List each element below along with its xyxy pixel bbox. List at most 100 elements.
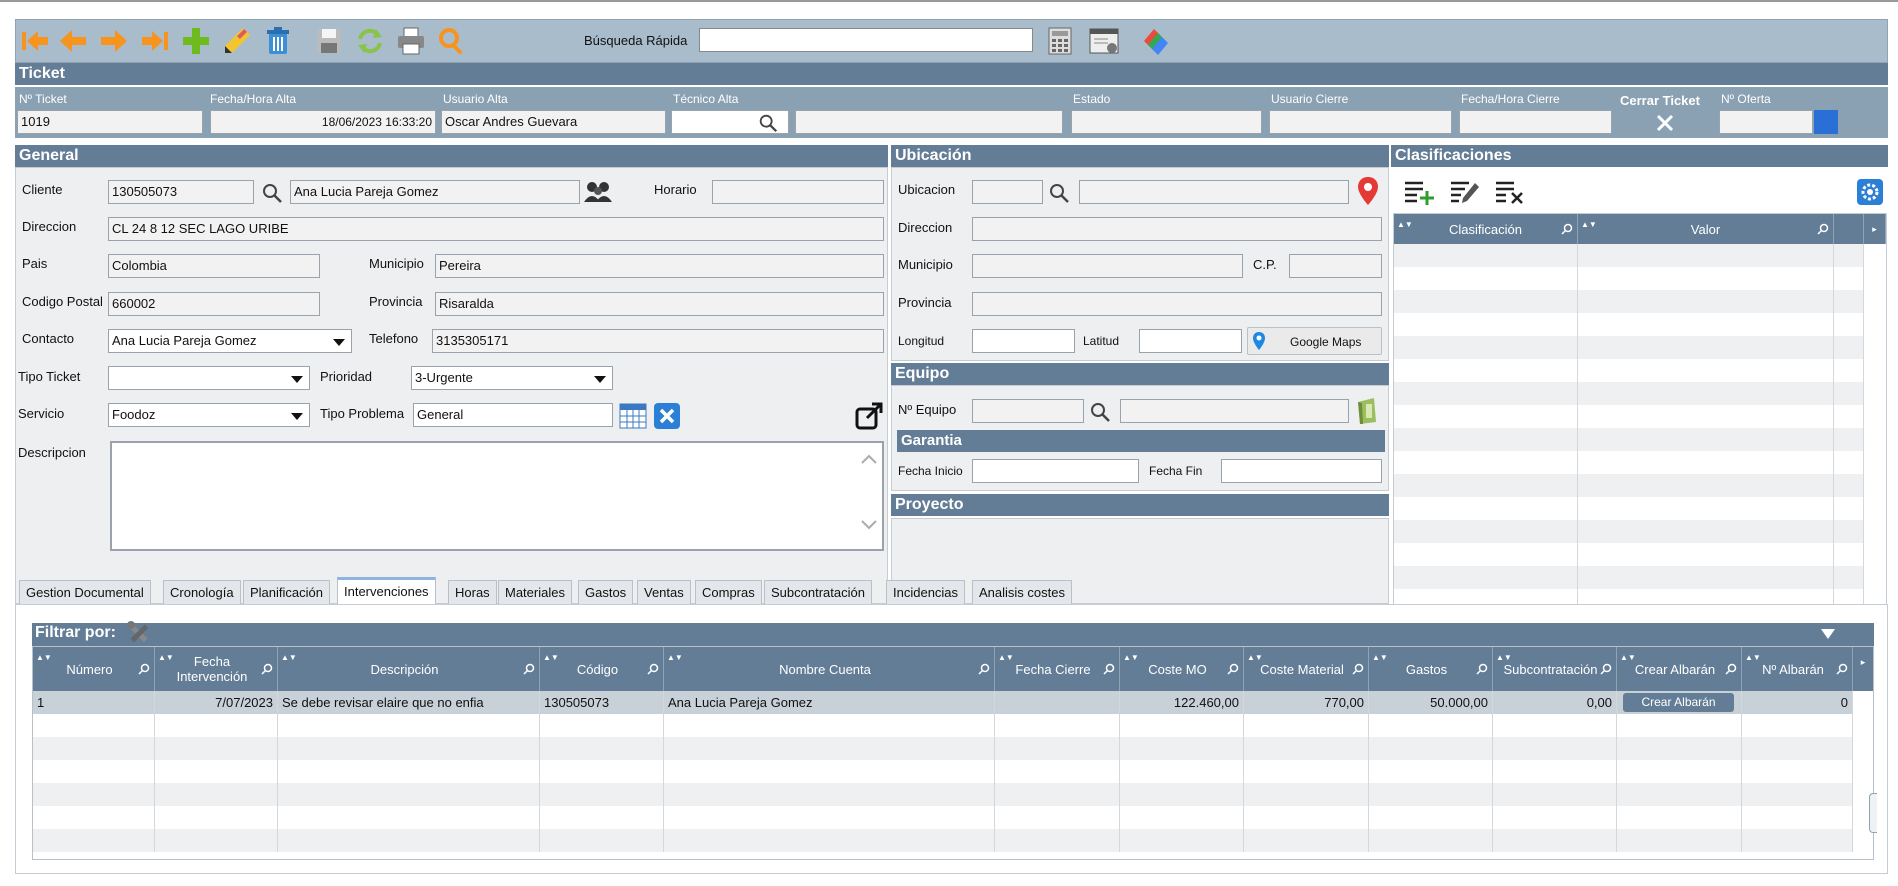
filter-icon[interactable] bbox=[647, 663, 659, 675]
usuario-cierre-field[interactable] bbox=[1269, 110, 1452, 134]
sort-icon[interactable]: ▲▼ bbox=[36, 650, 52, 665]
search-icon[interactable] bbox=[435, 24, 469, 58]
col-nombre-cuenta-header[interactable]: ▲▼ Nombre Cuenta bbox=[664, 647, 995, 691]
sort-icon[interactable]: ▲▼ bbox=[1247, 650, 1263, 665]
col-coste-mo-header[interactable]: ▲▼ Coste MO bbox=[1120, 647, 1244, 691]
clasificacion-row[interactable] bbox=[1394, 543, 1864, 566]
settings-icon[interactable] bbox=[1856, 178, 1884, 206]
close-ticket-icon[interactable] bbox=[1656, 114, 1674, 132]
tipo-ticket-select[interactable] bbox=[108, 366, 310, 390]
tab-gestion-documental[interactable]: Gestion Documental bbox=[19, 580, 151, 604]
direccion-field[interactable]: CL 24 8 12 SEC LAGO URIBE bbox=[108, 217, 884, 241]
cliente-code-field[interactable]: 130505073 bbox=[108, 180, 254, 204]
ubicacion-direccion-field[interactable] bbox=[972, 217, 1382, 241]
codigo-postal-field[interactable]: 660002 bbox=[108, 292, 320, 316]
grid-side-handle[interactable] bbox=[1869, 793, 1877, 833]
search-icon[interactable] bbox=[757, 112, 779, 134]
col-descripcion-header[interactable]: ▲▼ Descripción bbox=[278, 647, 540, 691]
grid-select-icon[interactable] bbox=[619, 403, 647, 429]
table-row[interactable] bbox=[33, 737, 1853, 760]
col-subcontratacion-header[interactable]: ▲▼ Subcontratación bbox=[1493, 647, 1617, 691]
ticket-number-field[interactable]: 1019 bbox=[17, 110, 203, 134]
previous-record-icon[interactable] bbox=[56, 24, 90, 58]
filter-icon[interactable] bbox=[1600, 663, 1612, 675]
clear-icon[interactable] bbox=[653, 402, 681, 430]
sort-icon[interactable]: ▲▼ bbox=[1745, 650, 1761, 665]
col-fecha-intervencion-header[interactable]: ▲▼ Fecha Intervención bbox=[155, 647, 278, 691]
filter-icon[interactable] bbox=[1561, 223, 1573, 235]
sort-icon[interactable]: ▲▼ bbox=[998, 650, 1014, 665]
add-icon[interactable] bbox=[179, 24, 213, 58]
col-gastos-header[interactable]: ▲▼ Gastos bbox=[1369, 647, 1493, 691]
print-icon[interactable] bbox=[394, 24, 428, 58]
pais-field[interactable]: Colombia bbox=[108, 254, 320, 278]
filter-icon[interactable] bbox=[1817, 223, 1829, 235]
provincia-field[interactable]: Risaralda bbox=[435, 292, 884, 316]
clasificacion-row[interactable] bbox=[1394, 336, 1864, 359]
sort-icon[interactable]: ▲▼ bbox=[1496, 650, 1512, 665]
search-icon[interactable] bbox=[1088, 400, 1112, 424]
table-row[interactable] bbox=[33, 714, 1853, 737]
clasificacion-row[interactable] bbox=[1394, 566, 1864, 589]
delete-icon[interactable] bbox=[261, 24, 295, 58]
tab-incidencias[interactable]: Incidencias bbox=[886, 580, 966, 604]
col-clasificacion-header[interactable]: ▲▼ Clasificación bbox=[1394, 214, 1578, 244]
collapse-icon[interactable] bbox=[1820, 627, 1836, 641]
clasificacion-row[interactable] bbox=[1394, 313, 1864, 336]
cliente-name-field[interactable]: Ana Lucia Pareja Gomez bbox=[290, 180, 580, 204]
delete-row-icon[interactable] bbox=[1494, 179, 1526, 205]
window-close-icon[interactable] bbox=[1087, 24, 1121, 58]
tab-materiales[interactable]: Materiales bbox=[498, 580, 572, 604]
last-record-icon[interactable] bbox=[138, 24, 172, 58]
col-coste-material-header[interactable]: ▲▼ Coste Material bbox=[1244, 647, 1369, 691]
tipo-problema-field[interactable]: General bbox=[413, 403, 613, 427]
col-scroll-header[interactable]: ▸ bbox=[1864, 214, 1886, 244]
edit-row-icon[interactable] bbox=[1449, 179, 1481, 205]
map-pin-icon[interactable] bbox=[1357, 176, 1379, 206]
latitud-field[interactable] bbox=[1139, 329, 1242, 353]
tab-planificacion[interactable]: Planificación bbox=[243, 580, 330, 604]
fecha-cierre-field[interactable] bbox=[1459, 110, 1612, 134]
servicio-select[interactable]: Foodoz bbox=[108, 403, 310, 427]
equipment-icon[interactable] bbox=[1354, 396, 1380, 426]
add-row-icon[interactable] bbox=[1403, 179, 1435, 205]
tab-subcontratacion[interactable]: Subcontratación bbox=[764, 580, 872, 604]
tools-icon[interactable] bbox=[125, 619, 153, 647]
grid-scroll-header[interactable]: ▸ bbox=[1853, 647, 1873, 691]
refresh-icon[interactable] bbox=[353, 24, 387, 58]
clasificacion-row[interactable] bbox=[1394, 405, 1864, 428]
search-icon[interactable] bbox=[260, 181, 284, 205]
estado-field[interactable] bbox=[1071, 110, 1262, 134]
calculator-icon[interactable] bbox=[1043, 24, 1077, 58]
external-link-icon[interactable] bbox=[854, 401, 884, 431]
sort-icon[interactable]: ▲▼ bbox=[1620, 650, 1636, 665]
ubicacion-provincia-field[interactable] bbox=[972, 292, 1382, 316]
sort-icon[interactable]: ▲▼ bbox=[158, 650, 174, 665]
col-valor-header[interactable]: ▲▼ Valor bbox=[1578, 214, 1834, 244]
quick-search-input[interactable] bbox=[699, 28, 1033, 52]
clasificacion-row[interactable] bbox=[1394, 520, 1864, 543]
municipio-field[interactable]: Pereira bbox=[435, 254, 884, 278]
oferta-field[interactable] bbox=[1719, 110, 1813, 134]
ubicacion-code-field[interactable] bbox=[972, 180, 1043, 204]
col-numero-header[interactable]: ▲▼ Número bbox=[33, 647, 155, 691]
clasificacion-row[interactable] bbox=[1394, 451, 1864, 474]
col-crear-albaran-header[interactable]: ▲▼ Crear Albarán bbox=[1617, 647, 1742, 691]
tab-compras[interactable]: Compras bbox=[695, 580, 762, 604]
oferta-link-button[interactable] bbox=[1814, 110, 1838, 134]
usuario-alta-field[interactable]: Oscar Andres Guevara bbox=[441, 110, 666, 134]
tab-gastos[interactable]: Gastos bbox=[578, 580, 634, 604]
prioridad-select[interactable]: 3-Urgente bbox=[411, 366, 613, 390]
fecha-fin-field[interactable] bbox=[1221, 459, 1382, 483]
sort-icon[interactable]: ▲▼ bbox=[1372, 650, 1388, 665]
telefono-field[interactable]: 3135305171 bbox=[432, 329, 884, 353]
clasificacion-row[interactable] bbox=[1394, 497, 1864, 520]
clasificacion-row[interactable] bbox=[1394, 290, 1864, 313]
col-fecha-cierre-header[interactable]: ▲▼ Fecha Cierre bbox=[995, 647, 1120, 691]
clasificacion-row[interactable] bbox=[1394, 359, 1864, 382]
horario-field[interactable] bbox=[712, 180, 884, 204]
save-icon[interactable] bbox=[312, 24, 346, 58]
table-row[interactable] bbox=[33, 760, 1853, 783]
sort-icon[interactable]: ▲▼ bbox=[667, 650, 683, 665]
next-record-icon[interactable] bbox=[97, 24, 131, 58]
